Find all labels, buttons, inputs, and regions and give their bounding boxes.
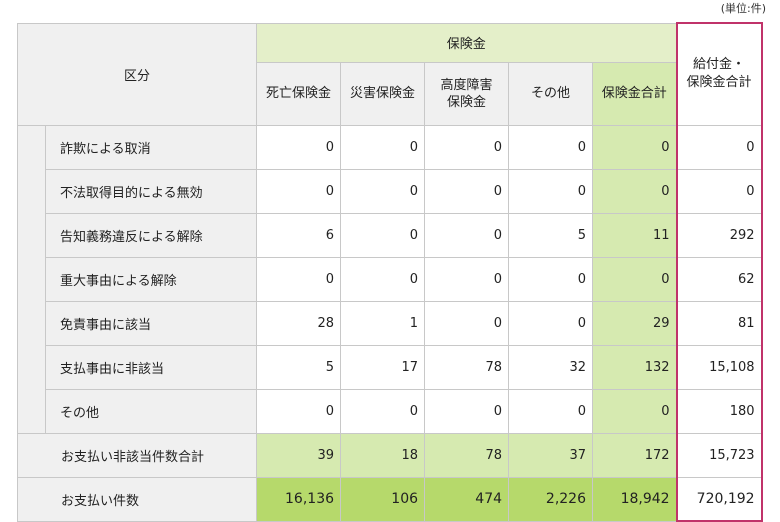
cell-hokenkin-total: 0 [592, 168, 678, 214]
cell-hokenkin-total: 0 [592, 124, 678, 170]
col-header-other: その他 [508, 61, 594, 126]
row-label: お支払い非該当件数合計 [16, 432, 258, 478]
cell-disaster: 0 [340, 212, 426, 258]
table-row: 重大事由による解除 0 0 0 0 0 62 [18, 256, 763, 302]
row-label: 詐欺による取消 [44, 124, 258, 170]
table-row: 免責事由に該当 28 1 0 0 29 81 [18, 300, 763, 346]
cell-disability: 0 [424, 256, 510, 302]
cell-disaster: 0 [340, 256, 426, 302]
cell-disability: 0 [424, 168, 510, 214]
cell-disability: 0 [424, 388, 510, 434]
cell-disaster: 18 [340, 432, 426, 478]
table-row: 支払事由に非該当 5 17 78 32 132 15,108 [18, 344, 763, 390]
kubun-header: 区分 [16, 22, 258, 126]
row-label: 免責事由に該当 [44, 300, 258, 346]
cell-grand-total: 0 [675, 124, 763, 170]
cell-other: 37 [508, 432, 594, 478]
cell-disability: 0 [424, 212, 510, 258]
cell-grand-total: 81 [675, 300, 763, 346]
cell-other: 0 [508, 388, 594, 434]
cell-disability: 0 [424, 124, 510, 170]
cell-other: 32 [508, 344, 594, 390]
hokenkin-group-header: 保険金 [256, 22, 678, 63]
row-label: 重大事由による解除 [44, 256, 258, 302]
col-header-death: 死亡保険金 [256, 61, 342, 126]
cell-grand-total: 180 [675, 388, 763, 434]
cell-disaster: 106 [340, 476, 426, 522]
cell-disability: 0 [424, 300, 510, 346]
row-label: 支払事由に非該当 [44, 344, 258, 390]
sum-row: お支払い非該当件数合計 39 18 78 37 172 15,723 [16, 432, 763, 478]
cell-death: 0 [256, 256, 342, 302]
col-header-disaster: 災害保険金 [340, 61, 426, 126]
cell-grand-total: 15,723 [675, 432, 763, 478]
cell-death: 0 [256, 388, 342, 434]
cell-death: 0 [256, 124, 342, 170]
cell-disability: 78 [424, 432, 510, 478]
cell-other: 5 [508, 212, 594, 258]
table-row: 告知義務違反による解除 6 0 0 5 11 292 [18, 212, 763, 258]
cell-hokenkin-total: 11 [592, 212, 678, 258]
cell-other: 0 [508, 168, 594, 214]
table-row: 詐欺による取消 0 0 0 0 0 0 [17, 124, 763, 433]
cell-grand-total: 292 [675, 212, 763, 258]
unit-note: (単位:件) [720, 2, 766, 15]
cell-hokenkin-total: 172 [592, 432, 678, 478]
grand-total-header: 給付金・ 保険金合計 [675, 22, 763, 126]
cell-other: 0 [508, 124, 594, 170]
table-row: その他 0 0 0 0 0 180 [18, 388, 763, 434]
cell-grand-total: 720,192 [675, 476, 763, 522]
cell-disaster: 1 [340, 300, 426, 346]
col-header-hokenkin-total: 保険金合計 [592, 61, 678, 126]
row-label: お支払い件数 [16, 476, 258, 522]
cell-grand-total: 15,108 [675, 344, 763, 390]
payment-row: お支払い件数 16,136 106 474 2,226 18,942 720,192 [16, 476, 763, 522]
cell-other: 2,226 [508, 476, 594, 522]
cell-disability: 474 [424, 476, 510, 522]
cell-disaster: 17 [340, 344, 426, 390]
cell-hokenkin-total: 0 [592, 388, 678, 434]
row-label: その他 [44, 388, 258, 434]
cell-grand-total: 0 [675, 168, 763, 214]
cell-hokenkin-total: 0 [592, 256, 678, 302]
table-row: 不法取得目的による無効 0 0 0 0 0 0 [18, 168, 763, 214]
cell-hokenkin-total: 132 [592, 344, 678, 390]
indent-cell [17, 125, 46, 433]
cell-hokenkin-total: 29 [592, 300, 678, 346]
cell-death: 39 [256, 432, 342, 478]
claims-table: 区分 保険金 給付金・ 保険金合計 死亡保険金 災害保険金 高度障害 保険金 そ… [16, 22, 763, 522]
cell-disability: 78 [424, 344, 510, 390]
cell-death: 28 [256, 300, 342, 346]
cell-death: 6 [256, 212, 342, 258]
cell-death: 5 [256, 344, 342, 390]
cell-disaster: 0 [340, 124, 426, 170]
cell-disaster: 0 [340, 388, 426, 434]
row-label: 告知義務違反による解除 [44, 212, 258, 258]
cell-other: 0 [508, 256, 594, 302]
cell-other: 0 [508, 300, 594, 346]
cell-death: 0 [256, 168, 342, 214]
cell-grand-total: 62 [675, 256, 763, 302]
col-header-disability: 高度障害 保険金 [424, 61, 510, 126]
cell-disaster: 0 [340, 168, 426, 214]
cell-death: 16,136 [256, 476, 342, 522]
row-label: 不法取得目的による無効 [44, 168, 258, 214]
cell-hokenkin-total: 18,942 [592, 476, 678, 522]
